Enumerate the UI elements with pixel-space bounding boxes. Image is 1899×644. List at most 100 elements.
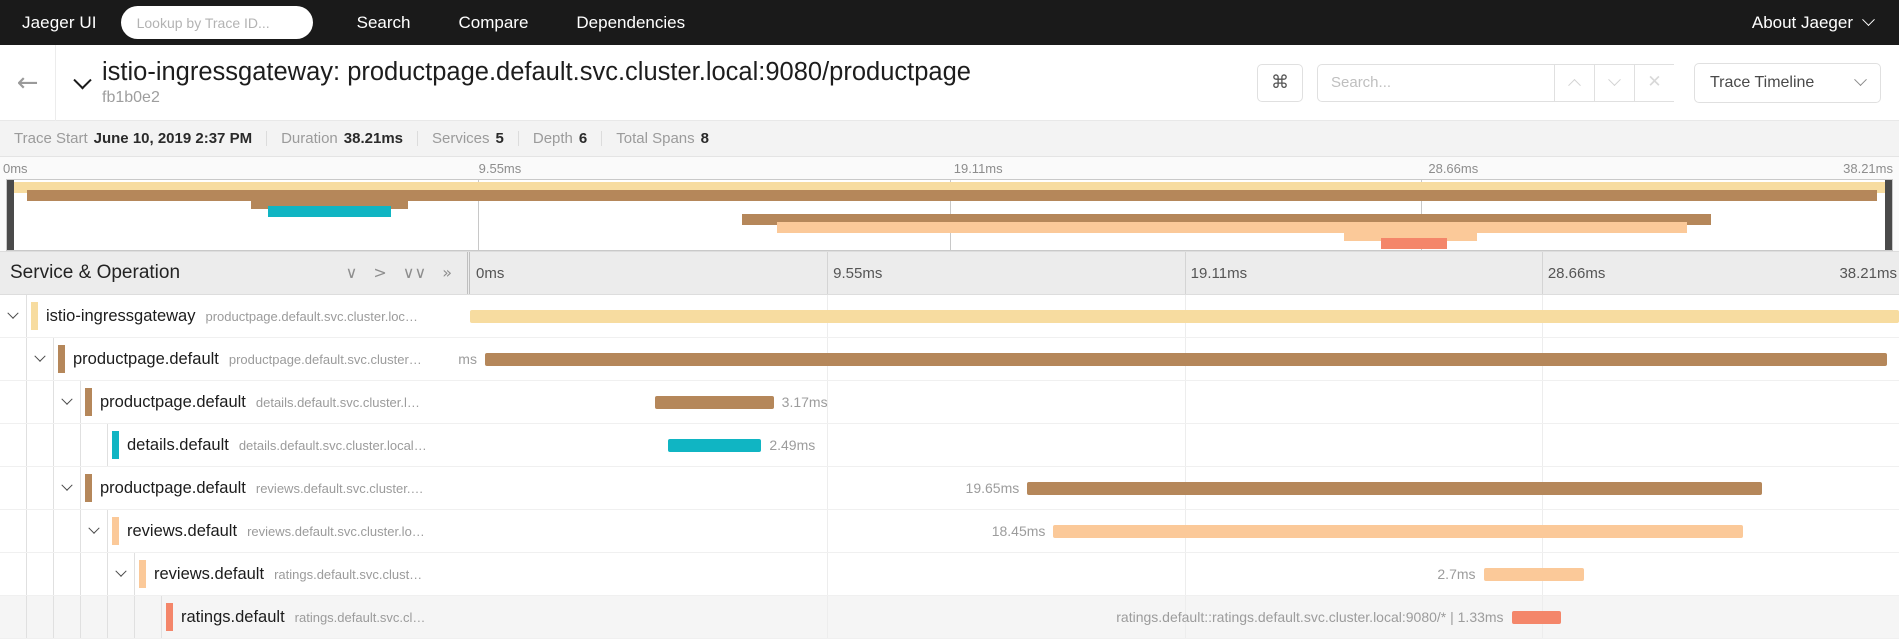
span-rows-container: istio-ingressgatewayproductpage.default.… (0, 295, 1899, 639)
span-duration-bar[interactable] (1512, 611, 1562, 624)
span-duration-bar[interactable] (668, 439, 761, 452)
span-duration-bar[interactable] (655, 396, 774, 409)
indent-guide (54, 553, 81, 595)
span-row-label-cell[interactable]: reviews.defaultratings.default.svc.clust… (0, 553, 470, 595)
span-expand-toggle[interactable] (0, 295, 27, 337)
nav-link-search[interactable]: Search (357, 13, 411, 33)
span-duration-bar[interactable] (1053, 525, 1743, 538)
span-row-label-cell[interactable]: istio-ingressgatewayproductpage.default.… (0, 295, 470, 337)
double-chevron-right-icon[interactable]: » (442, 265, 452, 281)
span-duration-label: 19.65ms (966, 480, 1020, 497)
minimap-tick-2: 19.11ms (954, 161, 1003, 176)
span-row[interactable]: reviews.defaultratings.default.svc.clust… (0, 553, 1899, 596)
span-row[interactable]: productpage.defaultreviews.default.svc.c… (0, 467, 1899, 510)
chevron-down-icon (115, 566, 126, 577)
span-row-timeline-cell[interactable]: 18.45ms (470, 510, 1899, 552)
row-gridline (1185, 553, 1186, 595)
keyboard-shortcuts-button[interactable]: ⌘ (1257, 64, 1303, 102)
chevron-down-icon (1608, 73, 1621, 86)
minimap-drag-handle-right[interactable] (1885, 179, 1892, 251)
span-operation-name: ratings.default.svc.cl… (295, 610, 426, 625)
service-color-bar (112, 517, 119, 545)
back-button[interactable]: ← (0, 45, 56, 121)
span-duration-bar[interactable] (485, 353, 1887, 366)
view-mode-label: Trace Timeline (1710, 74, 1814, 92)
span-expand-toggle[interactable] (108, 553, 135, 595)
span-expand-toggle[interactable] (81, 510, 108, 552)
span-row-timeline-cell[interactable]: 3.17ms (470, 381, 1899, 423)
span-service-name: reviews.default (127, 522, 237, 541)
service-color-bar (139, 560, 146, 588)
indent-guide (27, 467, 54, 509)
indent-guide (54, 424, 81, 466)
search-clear-button[interactable]: ✕ (1634, 64, 1674, 102)
span-row-timeline-cell[interactable]: 2.7ms (470, 553, 1899, 595)
span-label: productpage.defaultdetails.default.svc.c… (100, 393, 420, 412)
span-row-timeline-cell[interactable] (470, 295, 1899, 337)
minimap-drag-handle-left[interactable] (7, 179, 14, 251)
span-expand-toggle[interactable] (54, 467, 81, 509)
span-row[interactable]: productpage.defaultdetails.default.svc.c… (0, 381, 1899, 424)
span-label: productpage.defaultproductpage.default.s… (73, 350, 422, 369)
trace-header-collapse-toggle[interactable] (64, 74, 100, 91)
minimap-tick-labels: 0ms9.55ms19.11ms28.66ms38.21ms (0, 157, 1899, 179)
trace-minimap[interactable]: 0ms9.55ms19.11ms28.66ms38.21ms (0, 157, 1899, 251)
span-duration-bar[interactable] (470, 310, 1899, 323)
span-row-label-cell[interactable]: productpage.defaultreviews.default.svc.c… (0, 467, 470, 509)
trace-id-lookup-input[interactable] (121, 6, 313, 39)
double-chevron-down-icon[interactable]: ∨∨ (403, 265, 426, 281)
span-row-timeline-cell[interactable]: ratings.default::ratings.default.svc.clu… (470, 596, 1899, 638)
span-row-label-cell[interactable]: reviews.defaultreviews.default.svc.clust… (0, 510, 470, 552)
span-row[interactable]: reviews.defaultreviews.default.svc.clust… (0, 510, 1899, 553)
span-duration-bar[interactable] (1484, 568, 1585, 581)
indent-guides (0, 467, 81, 509)
indent-guide (54, 596, 81, 638)
nav-link-dependencies[interactable]: Dependencies (576, 13, 685, 33)
indent-guide (54, 510, 81, 552)
row-gridline (827, 510, 828, 552)
span-row-label-cell[interactable]: ratings.defaultratings.default.svc.cl… (0, 596, 470, 638)
span-row-timeline-cell[interactable]: 2.49ms (470, 424, 1899, 466)
span-duration-bar[interactable] (1027, 482, 1762, 495)
span-expand-toggle[interactable] (54, 381, 81, 423)
indent-guide (0, 467, 27, 509)
about-jaeger-menu[interactable]: About Jaeger (1752, 13, 1873, 33)
meta-trace-start: Trace Start June 10, 2019 2:37 PM (10, 130, 266, 147)
minimap-viewport[interactable] (6, 179, 1893, 251)
span-row-label-cell[interactable]: productpage.defaultdetails.default.svc.c… (0, 381, 470, 423)
chevron-down-icon[interactable]: ∨ (346, 265, 358, 281)
app-brand[interactable]: Jaeger UI (22, 13, 97, 33)
view-mode-select[interactable]: Trace Timeline (1694, 63, 1881, 103)
search-input[interactable] (1317, 64, 1554, 102)
span-row[interactable]: productpage.defaultproductpage.default.s… (0, 338, 1899, 381)
indent-guide (0, 510, 27, 552)
trace-id: fb1b0e2 (102, 89, 971, 107)
service-color-bar (85, 388, 92, 416)
indent-guides (0, 338, 54, 380)
service-color-bar (112, 431, 119, 459)
span-row-timeline-cell[interactable]: ms (470, 338, 1899, 380)
search-next-button[interactable] (1594, 64, 1634, 102)
span-row-timeline-cell[interactable]: 19.65ms (470, 467, 1899, 509)
span-expand-toggle[interactable] (27, 338, 54, 380)
nav-link-compare[interactable]: Compare (458, 13, 528, 33)
span-row-label-cell[interactable]: details.defaultdetails.default.svc.clust… (0, 424, 470, 466)
span-row[interactable]: istio-ingressgatewayproductpage.default.… (0, 295, 1899, 338)
minimap-span-bar (777, 222, 1687, 233)
minimap-span-bar (1381, 238, 1447, 249)
row-gridline (1542, 381, 1543, 423)
chevron-right-icon[interactable]: > (373, 265, 386, 281)
tree-controls: ∨ > ∨∨ » (346, 265, 470, 281)
span-label: istio-ingressgatewayproductpage.default.… (46, 307, 418, 326)
service-color-bar (31, 302, 38, 330)
indent-guides (0, 510, 108, 552)
chevron-down-icon (1862, 13, 1875, 26)
span-leaf-spacer (135, 596, 162, 638)
chevron-down-icon (73, 71, 91, 89)
span-row[interactable]: details.defaultdetails.default.svc.clust… (0, 424, 1899, 467)
search-prev-button[interactable] (1554, 64, 1594, 102)
span-row-label-cell[interactable]: productpage.defaultproductpage.default.s… (0, 338, 470, 380)
trace-header: ← istio-ingressgateway: productpage.defa… (0, 45, 1899, 121)
span-row[interactable]: ratings.defaultratings.default.svc.cl…ra… (0, 596, 1899, 639)
meta-total-spans: Total Spans 8 (602, 130, 723, 147)
